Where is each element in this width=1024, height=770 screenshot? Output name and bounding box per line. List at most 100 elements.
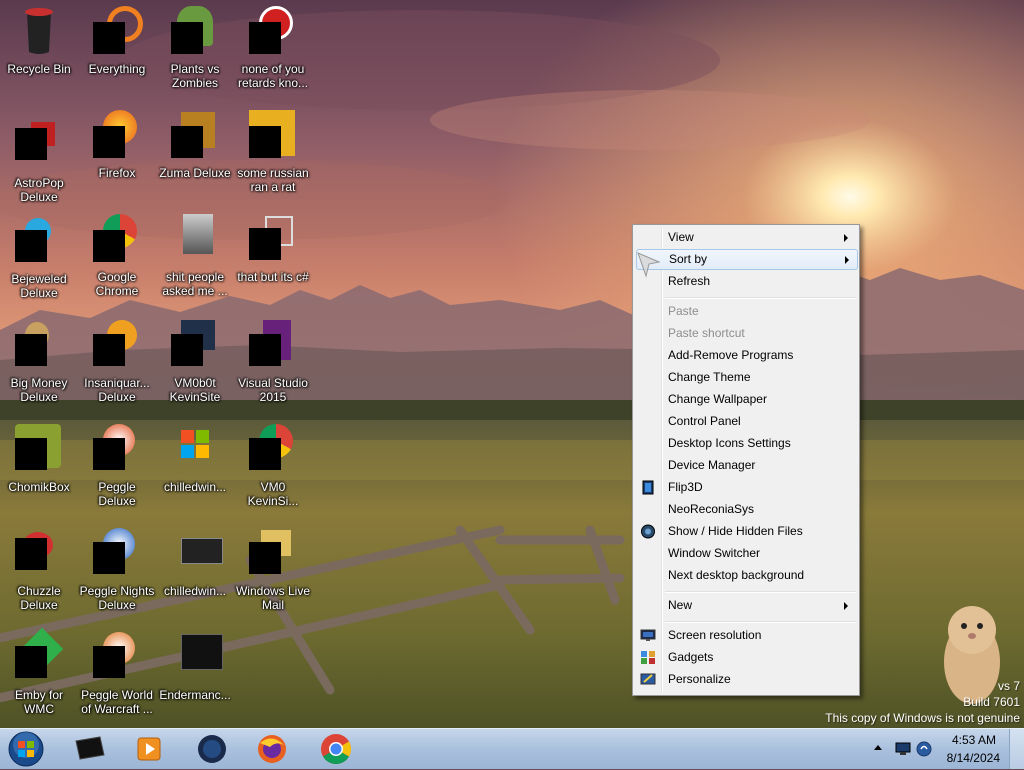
desktop-icon-vm0b0t[interactable]: VM0b0t KevinSite xyxy=(156,318,234,414)
desktop-icon-plants-vs-zombies[interactable]: Plants vs Zombies xyxy=(156,4,234,100)
show-hidden-icons-icon[interactable] xyxy=(874,745,882,750)
astropop-icon xyxy=(11,118,67,174)
desktop-icon-chilledwin-1[interactable]: chilledwin... xyxy=(156,422,234,518)
icon-label: Endermanc... xyxy=(159,688,231,702)
taskbar-pinned-firefox[interactable] xyxy=(244,731,300,767)
desktop-icon-zuma[interactable]: Zuma Deluxe xyxy=(156,108,234,204)
chuzzle-icon xyxy=(11,526,67,582)
menu-item-label: Window Switcher xyxy=(668,546,761,560)
desktop-icon-none-of-you[interactable]: none of you retards kno... xyxy=(234,4,312,100)
desktop-icon-chrome[interactable]: Google Chrome xyxy=(78,212,156,308)
menu-item-screen-resolution[interactable]: Screen resolution xyxy=(636,625,856,646)
folder-icon xyxy=(167,212,223,268)
menu-item-paste-shortcut: Paste shortcut xyxy=(636,323,856,344)
menu-item-show-hide-hidden-files[interactable]: Show / Hide Hidden Files xyxy=(636,521,856,542)
desktop-icon-emby[interactable]: Emby for WMC xyxy=(0,627,78,726)
icon-label: chilledwin... xyxy=(163,584,227,598)
menu-item-label: Sort by xyxy=(669,252,708,266)
menu-item-gadgets[interactable]: Gadgets xyxy=(636,647,856,668)
monitor-icon xyxy=(640,629,656,641)
vm-icon xyxy=(167,318,223,374)
submenu-arrow-icon xyxy=(844,234,848,242)
icon-label: VM0b0t KevinSite xyxy=(169,376,221,404)
desktop-icon-firefox[interactable]: Firefox xyxy=(78,108,156,204)
menu-item-label: New xyxy=(668,598,693,612)
menu-item-window-switcher[interactable]: Window Switcher xyxy=(636,543,856,564)
menu-item-label: Paste xyxy=(668,304,699,318)
icon-label: Plants vs Zombies xyxy=(170,62,220,90)
icon-label: Visual Studio 2015 xyxy=(238,376,308,404)
desktop-icon-csharp[interactable]: that but its c# xyxy=(234,212,312,308)
menu-item-change-wallpaper[interactable]: Change Wallpaper xyxy=(636,389,856,410)
desktop-icon-folder[interactable]: shit people asked me ... xyxy=(156,212,234,308)
show-desktop-button[interactable] xyxy=(1009,729,1024,769)
submenu-arrow-icon xyxy=(844,602,848,610)
icon-label: AstroPop Deluxe xyxy=(14,176,64,204)
desktop-icon-big-money[interactable]: Big Money Deluxe xyxy=(0,318,78,414)
clock-date[interactable]: 8/14/2024 xyxy=(947,751,1000,765)
menu-item-add-remove-programs[interactable]: Add-Remove Programs xyxy=(636,345,856,366)
menu-item-change-theme[interactable]: Change Theme xyxy=(636,367,856,388)
network-icon[interactable] xyxy=(894,741,912,757)
emby-icon xyxy=(11,627,67,686)
icon-label: Recycle Bin xyxy=(7,62,71,76)
taskbar-pinned-chrome[interactable] xyxy=(308,731,364,767)
desktop-icon-peggle-wow[interactable]: Peggle World of Warcraft ... xyxy=(78,630,156,726)
menu-item-refresh[interactable]: Refresh xyxy=(636,271,856,292)
icon-label: VM0 KevinSi... xyxy=(247,480,299,508)
chrome-icon xyxy=(245,422,301,478)
taskbar-pinned-media-player[interactable] xyxy=(122,731,178,767)
icon-label: Big Money Deluxe xyxy=(10,376,68,404)
menu-item-label: View xyxy=(668,230,694,244)
menu-item-label: Desktop Icons Settings xyxy=(668,436,791,450)
taskbar: 4:53 AM 8/14/2024 xyxy=(0,728,1024,769)
desktop-icon-russian[interactable]: some russian ran a rat xyxy=(234,108,312,204)
menu-item-label: Control Panel xyxy=(668,414,741,428)
desktop-icon-chomikbox[interactable]: ChomikBox xyxy=(0,422,78,518)
desktop-icon-recycle-bin[interactable]: Recycle Bin xyxy=(0,4,78,100)
watermark-genuine-notice: This copy of Windows is not genuine xyxy=(825,711,1020,725)
desktop-icon-insaniquarium[interactable]: Insaniquar... Deluxe xyxy=(78,318,156,414)
desktop-icon-astropop[interactable]: AstroPop Deluxe xyxy=(0,118,78,214)
menu-item-personalize[interactable]: Personalize xyxy=(636,669,856,690)
desktop-icon-chilledwin-2[interactable]: chilledwin... xyxy=(156,526,234,622)
menu-item-desktop-icons-settings[interactable]: Desktop Icons Settings xyxy=(636,433,856,454)
menu-item-label: Change Wallpaper xyxy=(668,392,767,406)
video-icon xyxy=(167,526,223,582)
desktop-icon-endermanch[interactable]: Endermanc... xyxy=(156,630,234,726)
menu-item-label: Show / Hide Hidden Files xyxy=(668,524,803,538)
firefox-icon xyxy=(89,108,145,164)
desktop-icon-visual-studio[interactable]: Visual Studio 2015 xyxy=(234,318,312,414)
menu-item-paste: Paste xyxy=(636,301,856,322)
menu-item-device-manager[interactable]: Device Manager xyxy=(636,455,856,476)
menu-separator xyxy=(665,621,856,623)
menu-item-next-desktop-background[interactable]: Next desktop background xyxy=(636,565,856,586)
desktop-icon-vm0[interactable]: VM0 KevinSi... xyxy=(234,422,312,518)
windows-icon xyxy=(181,430,209,458)
terminal-icon xyxy=(75,736,105,760)
menu-item-sort-by[interactable]: Sort by xyxy=(636,249,858,270)
desktop-icon-peggle[interactable]: Peggle Deluxe xyxy=(78,422,156,518)
taskbar-pinned-globe[interactable] xyxy=(184,731,240,767)
menu-item-control-panel[interactable]: Control Panel xyxy=(636,411,856,432)
peggle-nights-icon xyxy=(89,526,145,582)
desktop-icon-windows-live-mail[interactable]: Windows Live Mail xyxy=(234,526,312,622)
desktop-icon-everything[interactable]: Everything xyxy=(78,4,156,100)
menu-item-flip3d[interactable]: Flip3D xyxy=(636,477,856,498)
taskbar-pinned-terminal[interactable] xyxy=(62,731,118,767)
icon-label: none of you retards kno... xyxy=(237,62,309,90)
menu-item-view[interactable]: View xyxy=(636,227,856,248)
desktop-context-menu: View Sort by Refresh Paste Paste shortcu… xyxy=(632,224,860,696)
chrome-icon xyxy=(321,734,352,765)
file-icon xyxy=(245,108,301,164)
menu-separator xyxy=(665,297,856,299)
volume-icon[interactable] xyxy=(916,740,932,758)
menu-item-new[interactable]: New xyxy=(636,595,856,616)
globe-icon xyxy=(641,524,655,539)
clock-time[interactable]: 4:53 AM xyxy=(952,733,996,747)
desktop-icon-bejeweled[interactable]: Bejeweled Deluxe xyxy=(0,214,78,310)
desktop-icon-peggle-nights[interactable]: Peggle Nights Deluxe xyxy=(78,526,156,622)
start-orb-icon[interactable] xyxy=(6,730,46,768)
desktop-icon-chuzzle[interactable]: Chuzzle Deluxe xyxy=(0,526,78,622)
menu-item-neoreconiasys[interactable]: NeoReconiaSys xyxy=(636,499,856,520)
